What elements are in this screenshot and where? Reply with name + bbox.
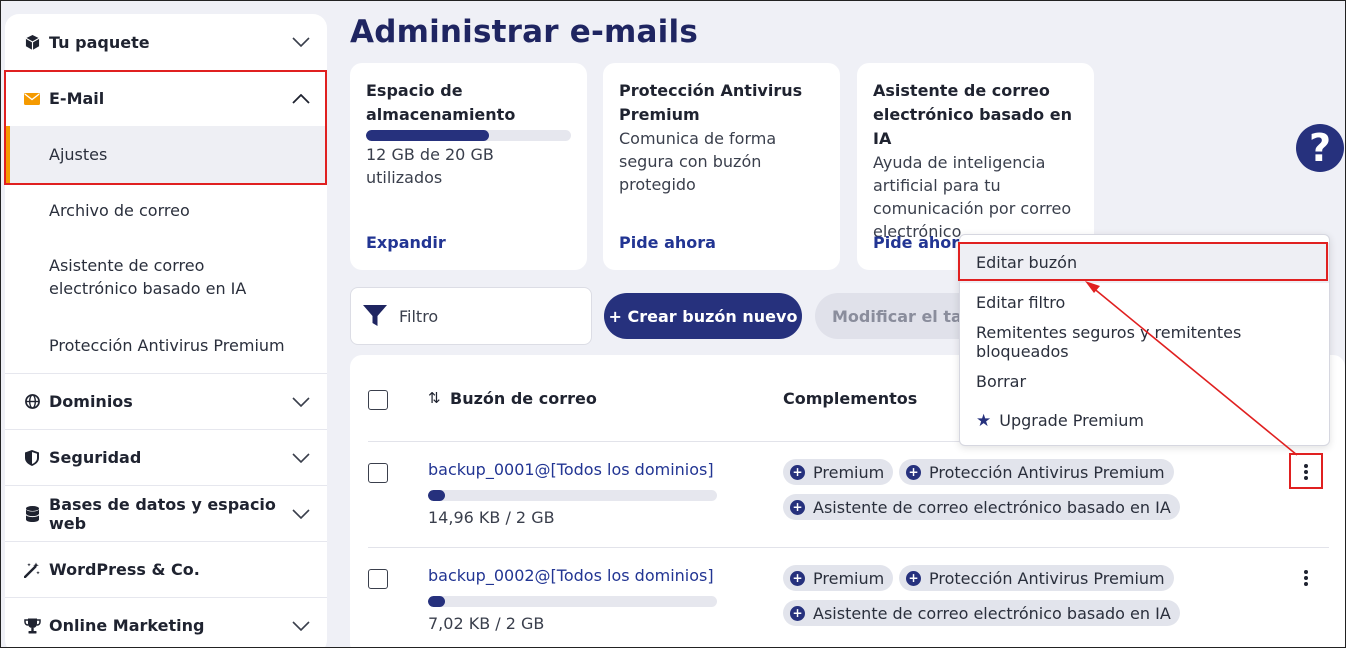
sidebar-item-bases-datos[interactable]: Bases de datos y espacio web — [5, 485, 327, 541]
menu-item-delete[interactable]: Borrar — [960, 362, 1329, 402]
trophy-icon — [22, 618, 42, 634]
mailbox-usage-text: 14,96 KB / 2 GB — [428, 508, 555, 527]
mailbox-usage-fill — [428, 490, 446, 501]
sidebar-item-wordpress[interactable]: WordPress & Co. — [5, 541, 327, 597]
kebab-menu-icon[interactable] — [1300, 460, 1312, 484]
select-all-checkbox[interactable] — [368, 390, 388, 410]
order-antivirus-link[interactable]: Pide ahora — [619, 233, 716, 252]
addon-chip-label: Premium — [813, 462, 885, 482]
help-button[interactable]: ? — [1296, 124, 1344, 172]
card-title: Protección Antivirus Premium — [619, 81, 803, 124]
chevron-down-icon — [291, 32, 311, 52]
envelope-icon — [22, 92, 42, 105]
storage-progress-fill — [366, 130, 489, 141]
plus-icon: + — [790, 570, 805, 586]
filter-placeholder: Filtro — [399, 306, 439, 326]
chevron-down-icon — [291, 504, 311, 524]
addon-chip-label: Asistente de correo electrónico basado e… — [813, 603, 1171, 623]
sidebar-subitem-label: Asistente de correo electrónico basado e… — [49, 256, 247, 298]
antivirus-card: Protección Antivirus Premium Comunica de… — [603, 63, 840, 270]
column-header-mailbox[interactable]: Buzón de correo — [450, 389, 597, 408]
menu-item-safe-blocked-senders[interactable]: Remitentes seguros y remitentes bloquead… — [960, 322, 1329, 362]
addon-chip-label: Asistente de correo electrónico basado e… — [813, 497, 1171, 517]
sidebar-subitem-antivirus[interactable]: Protección Antivirus Premium — [5, 317, 327, 373]
plus-icon: + — [790, 464, 805, 480]
row-checkbox[interactable] — [368, 463, 388, 483]
menu-item-label: Upgrade Premium — [999, 411, 1144, 431]
sidebar-item-email[interactable]: E-Mail — [5, 70, 327, 126]
magic-wand-icon — [22, 562, 42, 578]
expand-link[interactable]: Expandir — [366, 233, 446, 252]
sidebar-subitem-label: Archivo de correo — [49, 200, 190, 220]
plus-icon: + — [790, 605, 805, 621]
row-divider — [368, 547, 1329, 548]
sidebar-item-label: Tu paquete — [49, 32, 150, 52]
mailbox-usage-bar — [428, 490, 717, 501]
sidebar-subitem-archivo[interactable]: Archivo de correo — [5, 183, 327, 237]
mailbox-email-link[interactable]: backup_0001@[Todos los dominios] — [428, 460, 714, 479]
mailbox-email-link[interactable]: backup_0002@[Todos los dominios] — [428, 566, 714, 585]
sidebar-item-tu-paquete[interactable]: Tu paquete — [5, 14, 327, 70]
box-icon — [22, 34, 42, 50]
kebab-menu-icon[interactable] — [1300, 566, 1312, 590]
row-checkbox[interactable] — [368, 569, 388, 589]
question-mark-icon: ? — [1308, 126, 1332, 170]
mailbox-usage-text: 7,02 KB / 2 GB — [428, 614, 545, 633]
addon-chip-label: Premium — [813, 568, 885, 588]
addon-chip-ai-assistant[interactable]: + Asistente de correo electrónico basado … — [783, 600, 1180, 626]
chevron-down-icon — [291, 392, 311, 412]
page-title: Administrar e-mails — [350, 14, 698, 50]
sidebar-subitem-label: Protección Antivirus Premium — [49, 335, 285, 355]
addon-chip-antivirus[interactable]: + Protección Antivirus Premium — [899, 459, 1174, 485]
column-header-addons: Complementos — [783, 389, 918, 408]
sidebar-item-label: WordPress & Co. — [49, 560, 200, 579]
addon-chip-label: Protección Antivirus Premium — [929, 568, 1165, 588]
storage-card: Espacio de almacenamiento 12 GB de 20 GB… — [350, 63, 587, 270]
sidebar-item-label: Online Marketing — [49, 616, 205, 635]
menu-item-upgrade-premium[interactable]: ★ Upgrade Premium — [960, 401, 1329, 441]
addon-chip-ai-assistant[interactable]: + Asistente de correo electrónico basado … — [783, 494, 1180, 520]
sidebar-item-label: Seguridad — [49, 448, 142, 467]
sidebar-item-label: Dominios — [49, 392, 133, 411]
sidebar-item-online-marketing[interactable]: Online Marketing — [5, 597, 327, 648]
chevron-up-icon — [291, 89, 311, 109]
sidebar-subitem-label: Ajustes — [49, 145, 108, 164]
sort-icon[interactable]: ⇅ — [428, 389, 441, 407]
star-icon: ★ — [976, 410, 992, 431]
card-title: Asistente de correo electrónico basado e… — [873, 81, 1072, 148]
addon-chip-antivirus[interactable]: + Protección Antivirus Premium — [899, 565, 1174, 591]
create-mailbox-button[interactable]: + Crear buzón nuevo — [604, 293, 802, 339]
card-title: Espacio de almacenamiento — [366, 81, 516, 124]
sidebar-item-dominios[interactable]: Dominios — [5, 373, 327, 429]
menu-item-edit-mailbox[interactable]: Editar buzón — [960, 243, 1329, 283]
plus-icon: + — [906, 570, 921, 586]
addon-chip-label: Protección Antivirus Premium — [929, 462, 1165, 482]
addon-chip-premium[interactable]: + Premium — [783, 459, 894, 485]
storage-progress-bar — [366, 130, 571, 141]
order-ai-assistant-link[interactable]: Pide ahora — [873, 233, 970, 252]
mailbox-usage-fill — [428, 596, 446, 607]
mailbox-actions-menu: Editar buzón Editar filtro Remitentes se… — [959, 234, 1330, 446]
sidebar-subitem-ajustes[interactable]: Ajustes — [5, 126, 327, 183]
sidebar: Tu paquete E-Mail Ajustes Archivo de cor… — [5, 14, 327, 648]
plus-icon: + — [906, 464, 921, 480]
sidebar-subitem-asistente[interactable]: Asistente de correo electrónico basado e… — [5, 237, 327, 317]
addon-chip-premium[interactable]: + Premium — [783, 565, 894, 591]
card-description: Ayuda de inteligencia artificial para tu… — [873, 153, 1072, 241]
filter-input[interactable]: Filtro — [350, 287, 592, 345]
database-icon — [22, 505, 42, 522]
chevron-down-icon — [291, 616, 311, 636]
sidebar-item-seguridad[interactable]: Seguridad — [5, 429, 327, 485]
menu-item-edit-filter[interactable]: Editar filtro — [960, 283, 1329, 323]
funnel-icon — [363, 305, 387, 326]
sidebar-item-label: Bases de datos y espacio web — [49, 494, 276, 533]
sidebar-item-label: E-Mail — [49, 89, 105, 108]
mailbox-usage-bar — [428, 596, 717, 607]
card-description: Comunica de forma segura con buzón prote… — [619, 129, 777, 194]
storage-usage-text: 12 GB de 20 GB utilizados — [366, 145, 494, 187]
globe-icon — [22, 394, 42, 409]
chevron-down-icon — [291, 448, 311, 468]
shield-icon — [22, 449, 42, 466]
plus-icon: + — [790, 499, 805, 515]
